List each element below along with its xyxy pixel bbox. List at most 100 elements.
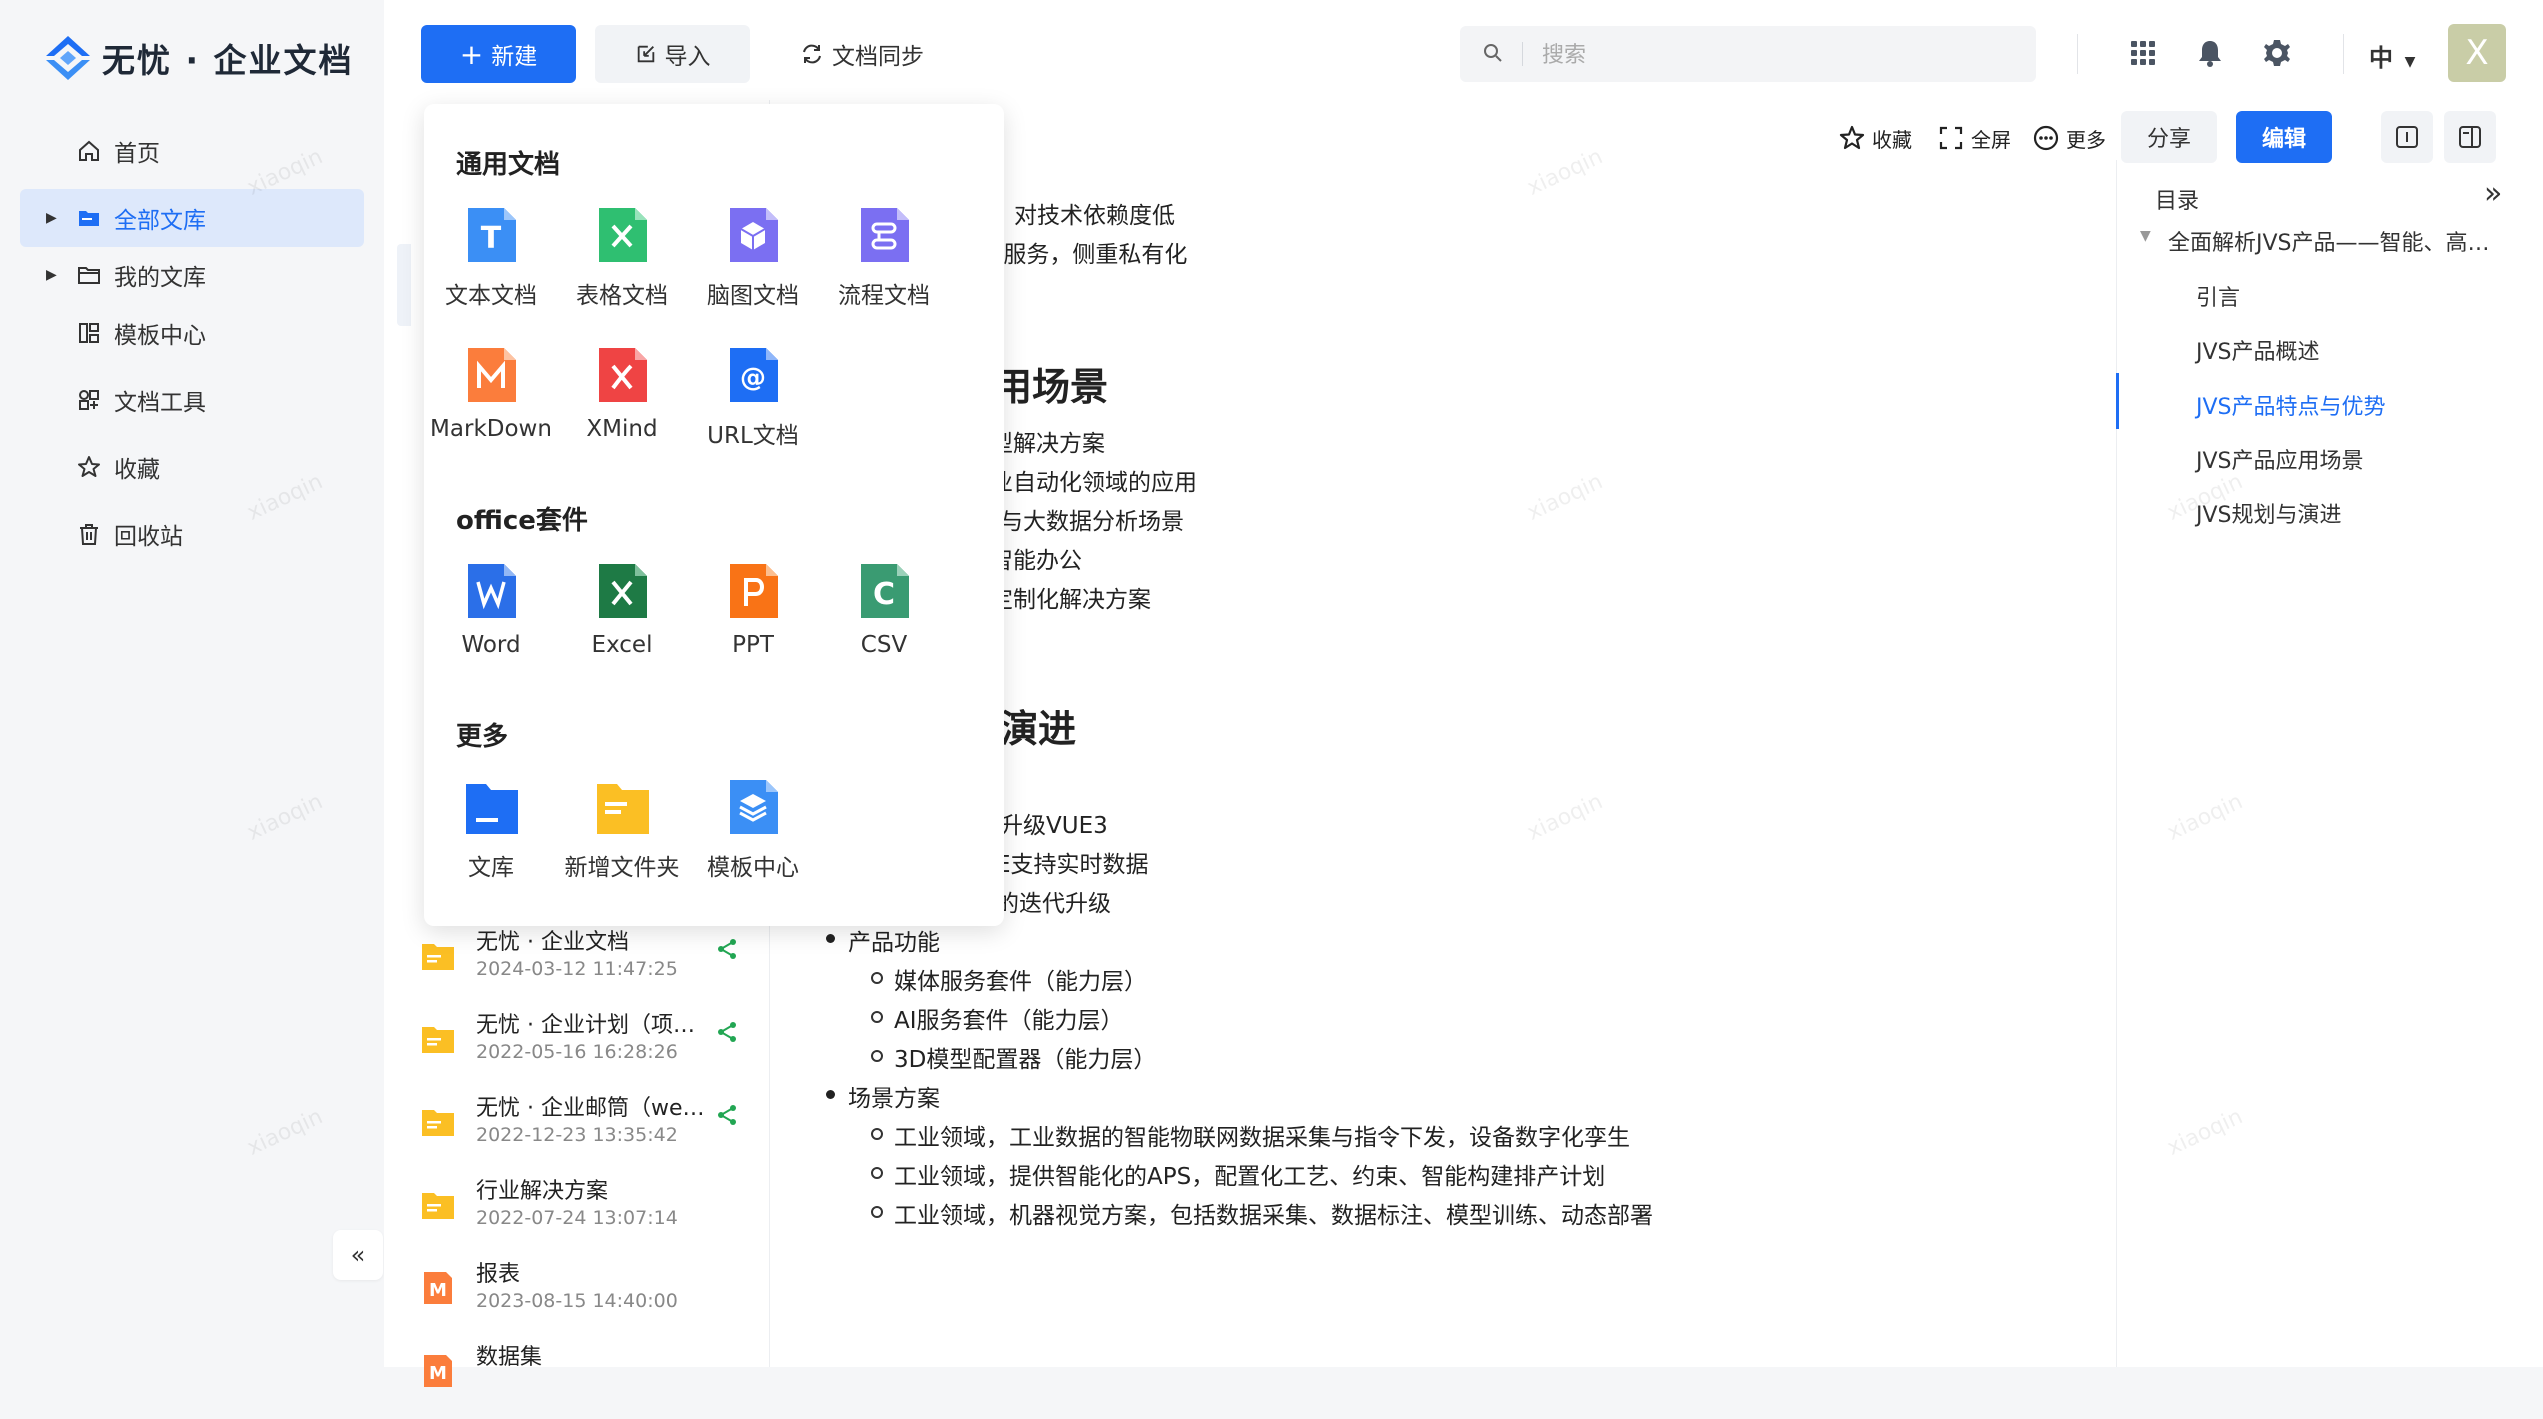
file-item[interactable]: 无忧 · 企业邮筒（webmail） 2022-12-23 13:35:42 [420, 1090, 760, 1170]
bullet-circle [871, 1050, 883, 1062]
info-icon [2396, 126, 2418, 148]
search-input[interactable] [1540, 34, 2014, 76]
menu-item-markdown[interactable]: MarkDown [426, 346, 556, 456]
share-icon[interactable] [716, 1021, 738, 1043]
sidebar-item-label: 全部文库 [114, 208, 206, 234]
apps-grid-icon[interactable] [2126, 36, 2160, 70]
menu-item-text-doc[interactable]: T 文本文档 [426, 206, 556, 316]
bell-icon[interactable] [2193, 36, 2227, 70]
favorite-button[interactable]: 收藏 [1838, 118, 1912, 158]
share-button[interactable]: 分享 [2121, 111, 2217, 163]
menu-item-excel[interactable]: Excel [557, 562, 687, 672]
sidebar-item-my-libraries[interactable]: ▶ 我的文库 [20, 246, 364, 304]
bullet-circle [871, 972, 883, 984]
sidebar-item-all-libraries[interactable]: ▶ 全部文库 [20, 189, 364, 247]
star-icon [78, 456, 100, 477]
plus-icon: + [459, 37, 484, 71]
toc-item[interactable]: JVS产品应用场景 [2196, 443, 2364, 475]
doc-sub-bullet-text: 媒体服务套件（能力层） [894, 969, 1147, 995]
doc-sync-button[interactable]: 文档同步 [772, 25, 952, 83]
menu-item-url-doc[interactable]: @ URL文档 [688, 346, 818, 456]
menu-item-template-center[interactable]: 模板中心 [688, 778, 818, 888]
menu-item-word[interactable]: Word [426, 562, 556, 672]
doc-sub-bullet-text: 3D模型配置器（能力层） [894, 1047, 1157, 1073]
gear-icon[interactable] [2260, 36, 2294, 70]
caret-right-icon[interactable]: ▶ [46, 267, 57, 283]
bullet-circle [871, 1128, 883, 1140]
tools-icon [79, 390, 99, 410]
url-doc-icon: @ [730, 348, 778, 402]
menu-item-sheet-doc[interactable]: 表格文档 [557, 206, 687, 316]
sidebar-item-label: 模板中心 [114, 323, 206, 349]
file-item[interactable]: 行业解决方案 2022-07-24 13:07:14 [420, 1173, 760, 1253]
menu-item-flow-doc[interactable]: 流程文档 [819, 206, 949, 316]
markdown-icon: M [424, 1272, 452, 1304]
library-folder-icon [466, 784, 518, 834]
sidebar-item-doc-tools[interactable]: 文档工具 [20, 371, 364, 429]
file-item[interactable]: 无忧 · 企业文档 2024-03-12 11:47:25 [420, 924, 760, 1004]
file-date: 2023-08-15 14:40:00 [476, 1290, 678, 1312]
sidebar-item-label: 首页 [114, 141, 160, 167]
file-item[interactable]: M 报表 2023-08-15 14:40:00 [420, 1256, 760, 1336]
logo-text: 无忧 · 企业文档 [102, 41, 354, 80]
more-button[interactable]: 更多 [2032, 118, 2106, 158]
menu-section-title: 通用文档 [456, 150, 561, 180]
csv-icon: C [861, 564, 909, 618]
new-dropdown-menu: 通用文档 T 文本文档 表格文档 脑图文档 流程文档 MarkDown XMin… [424, 104, 1004, 926]
logo[interactable]: 无忧 · 企业文档 [42, 30, 354, 86]
bullet-circle [871, 1011, 883, 1023]
svg-text:T: T [481, 221, 502, 256]
toc-panel [2116, 160, 2543, 1367]
collapse-sidebar-button[interactable]: « [333, 1230, 383, 1280]
excel-icon [599, 564, 647, 618]
word-icon [468, 564, 516, 618]
double-chevron-right-icon[interactable]: » [2484, 176, 2502, 211]
menu-item-ppt[interactable]: PPT [688, 562, 818, 672]
caret-right-icon[interactable]: ▶ [46, 210, 57, 226]
file-date: 2022-07-24 13:07:14 [476, 1207, 678, 1229]
caret-down-icon[interactable]: ▼ [2140, 228, 2151, 244]
doc-text-line: 的迭代升级 [996, 891, 1111, 917]
toc-item-active[interactable]: JVS产品特点与优势 [2196, 389, 2386, 421]
logo-icon [46, 36, 90, 80]
toolbar-divider [2343, 34, 2344, 74]
folder-icon [422, 944, 454, 970]
import-button[interactable]: 导入 [595, 25, 750, 83]
share-icon[interactable] [716, 938, 738, 960]
file-date: 2024-03-12 11:47:25 [476, 958, 678, 980]
menu-section-title: office套件 [456, 506, 588, 536]
avatar[interactable]: X [2448, 24, 2506, 82]
toolbar-divider [2077, 34, 2078, 74]
sidebar-item-templates[interactable]: 模板中心 [20, 304, 364, 362]
share-icon[interactable] [716, 1104, 738, 1126]
search-box[interactable] [1460, 26, 2036, 82]
doc-sub-bullet-text: 工业领域，工业数据的智能物联网数据采集与指令下发，设备数字化孪生 [894, 1125, 1630, 1151]
info-panel-button[interactable] [2381, 111, 2433, 163]
star-icon [1839, 125, 1865, 150]
outline-icon [2459, 126, 2481, 148]
fullscreen-button[interactable]: 全屏 [1937, 118, 2011, 158]
doc-text-line: 定制化解决方案 [990, 587, 1151, 613]
layers-doc-icon [730, 780, 778, 834]
svg-text:M: M [429, 1363, 447, 1384]
file-item[interactable]: M 数据集 [420, 1339, 760, 1419]
menu-item-new-folder[interactable]: 新增文件夹 [557, 778, 687, 888]
language-switch[interactable]: 中 ▼ [2369, 38, 2415, 73]
menu-item-library[interactable]: 文库 [426, 778, 556, 888]
menu-item-xmind[interactable]: XMind [557, 346, 687, 456]
new-button[interactable]: + 新建 [421, 25, 576, 83]
file-name: 行业解决方案 [476, 1179, 609, 1204]
file-item[interactable]: 无忧 · 企业计划（项目管理） 2022-05-16 16:28:26 [420, 1007, 760, 1087]
menu-item-mindmap-doc[interactable]: 脑图文档 [688, 206, 818, 316]
sidebar-item-label: 收藏 [114, 457, 160, 483]
edit-button[interactable]: 编辑 [2236, 111, 2332, 163]
folder-icon [422, 1027, 454, 1053]
svg-text:C: C [873, 577, 895, 612]
folder-icon [597, 784, 649, 834]
menu-item-csv[interactable]: C CSV [819, 562, 949, 672]
sidebar-item-recycle-bin[interactable]: 回收站 [20, 505, 364, 563]
toc-item[interactable]: 引言 [2196, 280, 2240, 312]
toc-item[interactable]: JVS产品概述 [2196, 334, 2320, 366]
toc-root-item[interactable]: 全面解析JVS产品——智能、高效、灵活的企业数字化解决方案 [2168, 225, 2498, 257]
outline-panel-button[interactable] [2444, 111, 2496, 163]
